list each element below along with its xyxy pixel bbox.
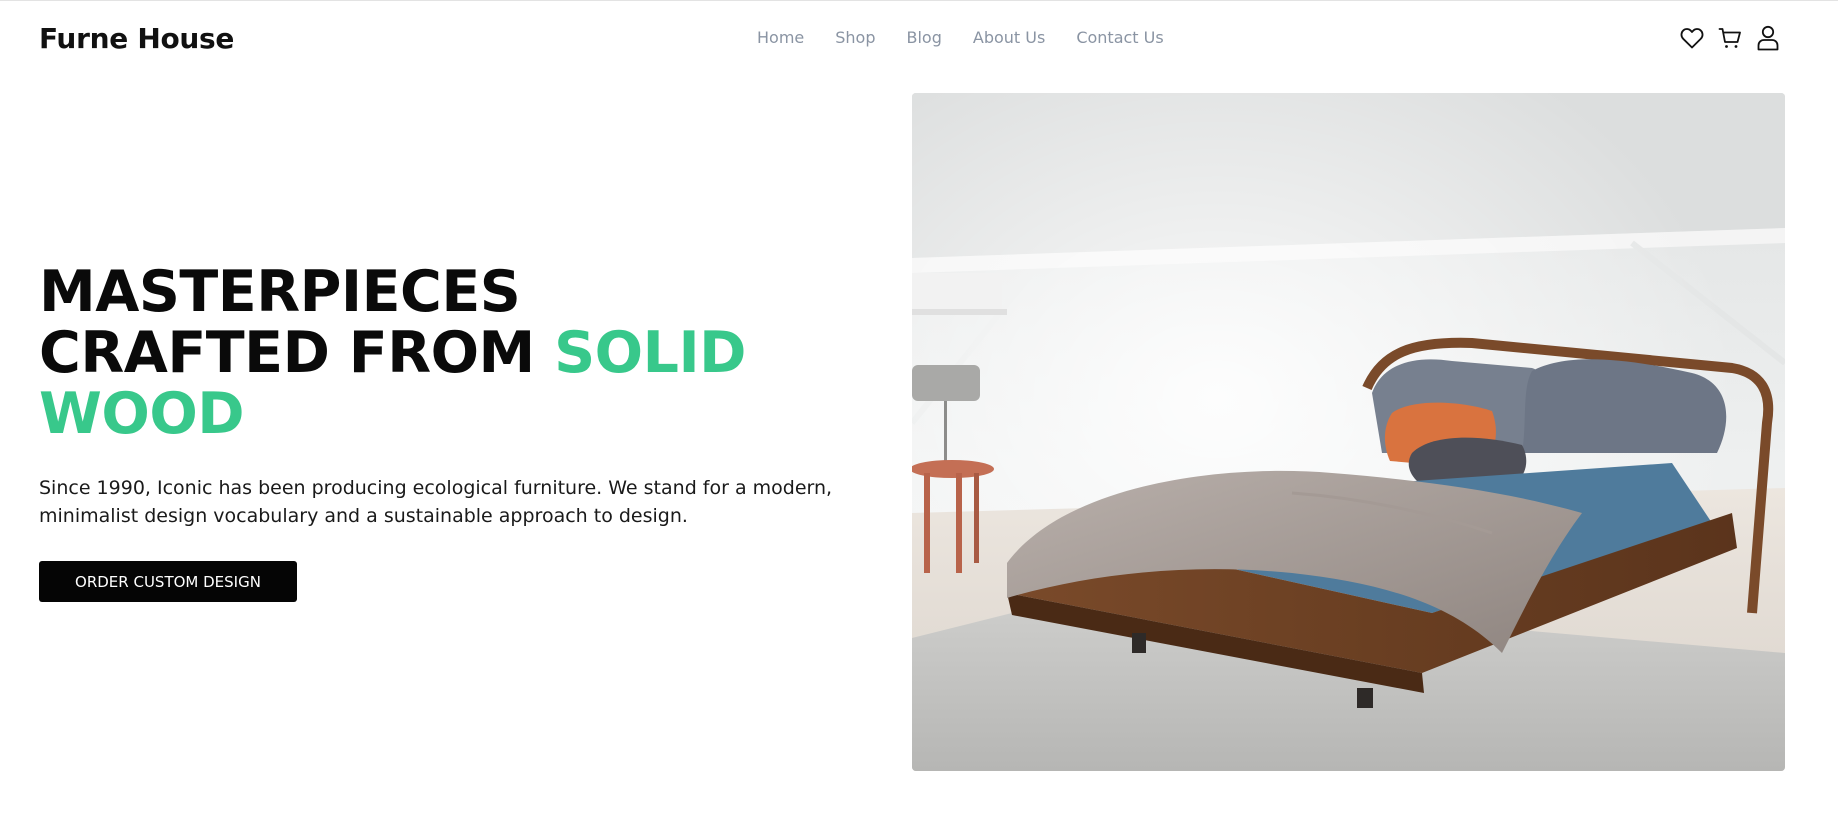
hero-title-line2: CRAFTED FROM [39,320,535,386]
nav-item-contact-us[interactable]: Contact Us [1076,28,1163,47]
cart-icon[interactable] [1718,24,1742,52]
site-header: Furne House Home Shop Blog About Us Cont… [0,0,1838,80]
hero-title-line1: MASTERPIECES [39,259,521,325]
hero-title-accent-wood: WOOD [39,381,245,447]
nav-item-blog[interactable]: Blog [907,28,942,47]
nav-item-home[interactable]: Home [757,28,804,47]
brand-logo[interactable]: Furne House [39,22,234,55]
nav-item-about-us[interactable]: About Us [973,28,1045,47]
hero-bed-image [912,93,1785,771]
hero-description: Since 1990, Iconic has been producing ec… [39,477,833,527]
order-custom-design-button[interactable]: ORDER CUSTOM DESIGN [39,561,297,602]
heart-icon[interactable] [1680,24,1704,52]
hero-title: MASTERPIECES CRAFTED FROM SOLID WOOD [39,262,799,445]
nav-item-shop[interactable]: Shop [835,28,875,47]
bed-illustration [912,93,1785,771]
user-icon[interactable] [1756,24,1780,52]
header-icons [1680,24,1780,52]
hero-title-accent-solid: SOLID [554,320,746,386]
main-nav: Home Shop Blog About Us Contact Us [757,28,1164,47]
